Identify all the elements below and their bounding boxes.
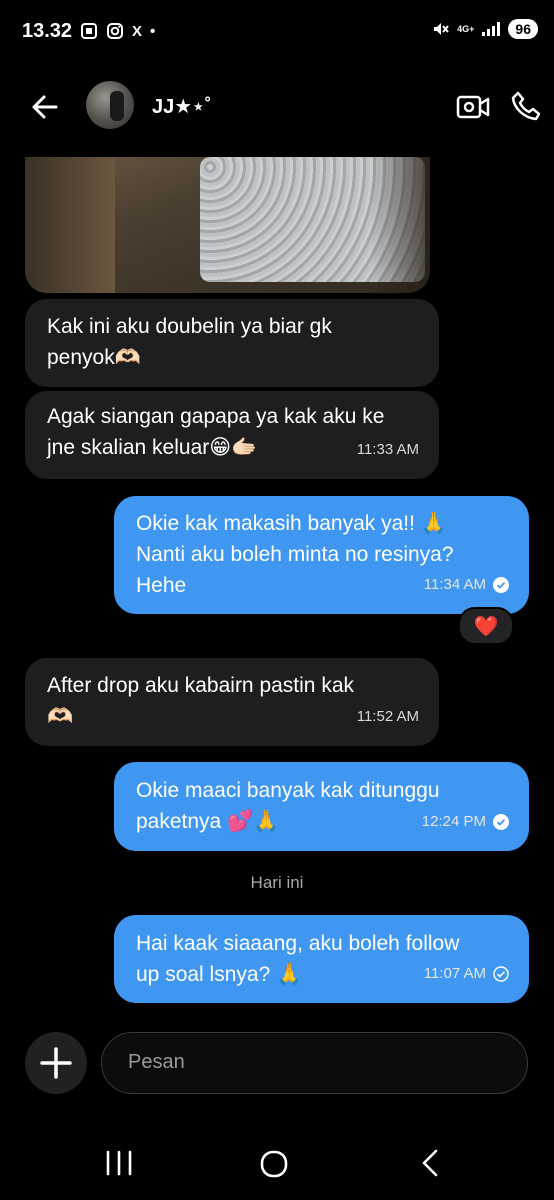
video-camera-icon[interactable] <box>456 92 490 122</box>
sent-check-icon <box>493 965 509 982</box>
back-arrow-icon[interactable] <box>26 88 64 126</box>
read-check-icon <box>493 576 509 593</box>
signal-icon <box>482 22 501 36</box>
home-icon[interactable] <box>259 1149 289 1179</box>
read-check-icon <box>493 813 509 830</box>
back-icon[interactable] <box>418 1148 442 1178</box>
message-bubble-outgoing[interactable]: Okie maaci banyak kak ditunggu paketnya … <box>114 762 529 851</box>
status-system-icons: 4G+ 96 <box>431 19 538 39</box>
message-time: 11:33 AM <box>356 441 419 458</box>
message-meta: 11:34 AM <box>424 569 509 600</box>
message-meta: 11:07 AM <box>424 958 509 989</box>
photo-message[interactable] <box>25 157 430 293</box>
message-meta: 11:33 AM <box>357 434 419 465</box>
contact-name[interactable]: JJ★⋆˚ <box>152 94 211 119</box>
plus-icon <box>40 1047 72 1079</box>
message-input[interactable] <box>126 1050 510 1075</box>
message-bubble-incoming[interactable]: Kak ini aku doubelin ya biar gk penyok🫶🏻 <box>25 299 439 387</box>
status-time: 13.32 <box>22 20 73 42</box>
message-bubble-outgoing[interactable]: Hai kaak siaaang, aku boleh follow up so… <box>114 915 529 1003</box>
battery-level: 96 <box>508 19 538 39</box>
message-text: Kak ini aku doubelin ya biar gk penyok🫶🏻 <box>47 315 332 369</box>
dot-icon: • <box>150 22 156 40</box>
screenshot-icon <box>81 23 97 39</box>
message-time: 12:24 PM <box>421 813 486 830</box>
x-icon: X <box>132 22 143 40</box>
add-attachment-button[interactable] <box>25 1032 87 1094</box>
message-time: 11:07 AM <box>423 965 486 982</box>
mute-icon <box>434 23 449 35</box>
status-bar: 13.32 X • 4G+ 96 <box>0 0 554 66</box>
phone-icon[interactable] <box>510 90 542 122</box>
message-bubble-incoming[interactable]: After drop aku kabairn pastin kak 🫶🏻 11:… <box>25 658 439 746</box>
message-time: 11:52 AM <box>356 708 419 725</box>
message-input-box[interactable] <box>101 1032 528 1094</box>
network-type: 4G+ <box>457 23 475 34</box>
message-bubble-outgoing[interactable]: Okie kak makasih banyak ya!! 🙏 Nanti aku… <box>114 496 529 614</box>
message-meta: 12:24 PM <box>422 806 509 837</box>
instagram-icon <box>107 23 123 39</box>
message-composer <box>0 1030 554 1100</box>
status-notification-icons: X • <box>80 22 155 40</box>
chat-header: JJ★⋆˚ <box>0 76 554 138</box>
recent-apps-icon[interactable] <box>104 1150 134 1176</box>
message-meta: 11:52 AM <box>357 701 419 732</box>
avatar[interactable] <box>86 81 134 129</box>
message-bubble-incoming[interactable]: Agak siangan gapapa ya kak aku ke jne sk… <box>25 391 439 479</box>
system-nav-bar <box>0 1130 554 1200</box>
heart-reaction[interactable]: ❤️ <box>458 607 514 645</box>
message-time: 11:34 AM <box>423 576 486 593</box>
date-separator: Hari ini <box>250 873 304 892</box>
